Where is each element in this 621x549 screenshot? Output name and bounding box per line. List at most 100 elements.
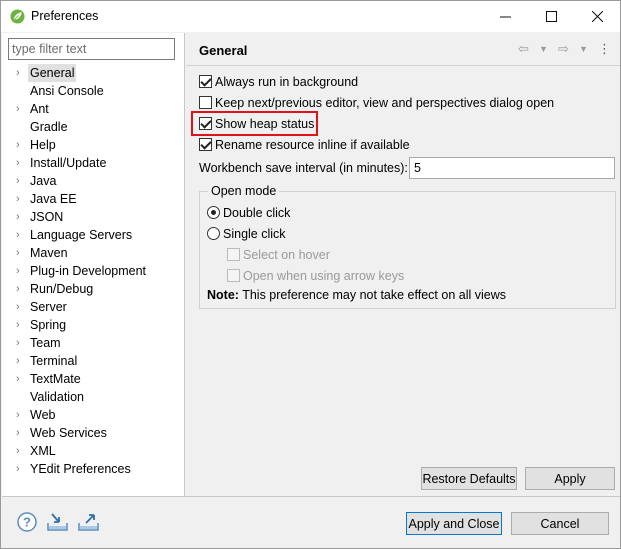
tree-item-plugin-development[interactable]: › Plug-in Development bbox=[2, 262, 185, 280]
tree-item-label: Ansi Console bbox=[30, 84, 104, 98]
option-label: Open when using arrow keys bbox=[243, 269, 405, 283]
tree-item-server[interactable]: › Server bbox=[2, 298, 185, 316]
tree-item-label: XML bbox=[30, 444, 56, 458]
open-arrow-keys-checkbox bbox=[227, 269, 240, 282]
forward-arrow-icon[interactable]: ⇨ bbox=[558, 41, 569, 57]
chevron-right-icon[interactable]: › bbox=[16, 244, 26, 262]
open-mode-legend: Open mode bbox=[208, 184, 280, 198]
apply-button[interactable]: Apply bbox=[525, 467, 615, 490]
open-mode-group: Open mode Double click Single click Sele… bbox=[199, 184, 616, 309]
tree-item-java[interactable]: › Java bbox=[2, 172, 185, 190]
tree-item-validation[interactable]: Validation bbox=[2, 388, 185, 406]
chevron-right-icon[interactable]: › bbox=[16, 154, 26, 172]
radio-label: Single click bbox=[223, 227, 286, 241]
export-icon[interactable] bbox=[77, 511, 101, 533]
tree-item-spring[interactable]: › Spring bbox=[2, 316, 185, 334]
chevron-right-icon[interactable]: › bbox=[16, 370, 26, 388]
tree-item-label: Help bbox=[30, 138, 56, 152]
chevron-right-icon[interactable]: › bbox=[16, 316, 26, 334]
chevron-right-icon[interactable]: › bbox=[16, 442, 26, 460]
back-arrow-icon[interactable]: ⇦ bbox=[518, 41, 529, 57]
tree-item-help[interactable]: › Help bbox=[2, 136, 185, 154]
chevron-right-icon[interactable]: › bbox=[16, 64, 26, 82]
tree-item-label: Team bbox=[30, 336, 61, 350]
tree-item-language-servers[interactable]: › Language Servers bbox=[2, 226, 185, 244]
chevron-right-icon[interactable]: › bbox=[16, 424, 26, 442]
chevron-right-icon[interactable]: › bbox=[16, 172, 26, 190]
tree-item-team[interactable]: › Team bbox=[2, 334, 185, 352]
tree-item-label: Terminal bbox=[30, 354, 78, 368]
rename-inline-checkbox[interactable] bbox=[199, 138, 212, 151]
tree-item-label: Language Servers bbox=[30, 228, 133, 242]
maximize-button[interactable] bbox=[528, 1, 574, 32]
tree-item-label: Run/Debug bbox=[30, 282, 94, 296]
back-dropdown-icon[interactable]: ▼ bbox=[539, 44, 548, 54]
chevron-right-icon[interactable]: › bbox=[16, 226, 26, 244]
option-label: Rename resource inline if available bbox=[215, 138, 410, 152]
option-label: Show heap status bbox=[215, 117, 315, 131]
filter-input[interactable] bbox=[8, 38, 175, 60]
single-click-radio[interactable] bbox=[207, 227, 220, 240]
chevron-right-icon[interactable]: › bbox=[16, 136, 26, 154]
tree-item-label: Maven bbox=[30, 246, 68, 260]
always-run-background-checkbox[interactable] bbox=[199, 75, 212, 88]
chevron-right-icon[interactable]: › bbox=[16, 352, 26, 370]
window-title: Preferences bbox=[31, 9, 99, 23]
chevron-right-icon[interactable]: › bbox=[16, 208, 26, 226]
option-label: Always run in background bbox=[215, 75, 359, 89]
chevron-right-icon[interactable]: › bbox=[16, 100, 26, 118]
tree-item-label: Web bbox=[30, 408, 56, 422]
tree-item-textmate[interactable]: › TextMate bbox=[2, 370, 185, 388]
chevron-right-icon[interactable]: › bbox=[16, 406, 26, 424]
save-interval-label: Workbench save interval (in minutes): bbox=[199, 161, 408, 175]
app-leaf-icon bbox=[10, 9, 25, 24]
tree-item-web[interactable]: › Web bbox=[2, 406, 185, 424]
import-icon[interactable] bbox=[46, 511, 70, 533]
option-label: Keep next/previous editor, view and pers… bbox=[215, 96, 555, 110]
tree-item-label: TextMate bbox=[30, 372, 81, 386]
tree-item-label: Install/Update bbox=[30, 156, 107, 170]
chevron-right-icon[interactable]: › bbox=[16, 280, 26, 298]
preference-tree: › General Ansi Console › Ant Gradle › He… bbox=[2, 64, 185, 478]
tree-item-java-ee[interactable]: › Java EE bbox=[2, 190, 185, 208]
chevron-right-icon[interactable]: › bbox=[16, 262, 26, 280]
tree-item-label: Ant bbox=[30, 102, 49, 116]
tree-item-install-update[interactable]: › Install/Update bbox=[2, 154, 185, 172]
apply-and-close-button[interactable]: Apply and Close bbox=[406, 512, 502, 535]
tree-item-gradle[interactable]: Gradle bbox=[2, 118, 185, 136]
help-icon[interactable]: ? bbox=[16, 511, 40, 533]
more-options-icon[interactable]: ⋮ bbox=[598, 41, 611, 57]
tree-item-yedit-preferences[interactable]: › YEdit Preferences bbox=[2, 460, 185, 478]
chevron-right-icon[interactable]: › bbox=[16, 460, 26, 478]
chevron-right-icon[interactable]: › bbox=[16, 190, 26, 208]
minimize-icon bbox=[499, 16, 511, 18]
keep-dialog-open-checkbox[interactable] bbox=[199, 96, 212, 109]
save-interval-input[interactable] bbox=[409, 157, 615, 179]
forward-dropdown-icon[interactable]: ▼ bbox=[579, 44, 588, 54]
tree-item-label: General bbox=[28, 64, 77, 82]
close-button[interactable] bbox=[574, 1, 620, 32]
restore-defaults-button[interactable]: Restore Defaults bbox=[421, 467, 517, 490]
show-heap-status-checkbox[interactable] bbox=[199, 117, 212, 130]
minimize-button[interactable] bbox=[482, 1, 528, 32]
footer-divider bbox=[2, 496, 620, 497]
tree-item-xml[interactable]: › XML bbox=[2, 442, 185, 460]
preference-tree-panel: › General Ansi Console › Ant Gradle › He… bbox=[2, 33, 185, 496]
chevron-right-icon[interactable]: › bbox=[16, 298, 26, 316]
maximize-icon bbox=[545, 11, 557, 22]
chevron-right-icon[interactable]: › bbox=[16, 334, 26, 352]
tree-item-json[interactable]: › JSON bbox=[2, 208, 185, 226]
radio-label: Double click bbox=[223, 206, 291, 220]
tree-item-ant[interactable]: › Ant bbox=[2, 100, 185, 118]
tree-item-maven[interactable]: › Maven bbox=[2, 244, 185, 262]
tree-item-label: Java bbox=[30, 174, 57, 188]
tree-item-label: Gradle bbox=[30, 120, 68, 134]
tree-item-general[interactable]: › General bbox=[2, 64, 185, 82]
tree-item-terminal[interactable]: › Terminal bbox=[2, 352, 185, 370]
cancel-button[interactable]: Cancel bbox=[511, 512, 609, 535]
tree-item-ansi-console[interactable]: Ansi Console bbox=[2, 82, 185, 100]
tree-item-label: Spring bbox=[30, 318, 67, 332]
tree-item-web-services[interactable]: › Web Services bbox=[2, 424, 185, 442]
double-click-radio[interactable] bbox=[207, 206, 220, 219]
tree-item-run-debug[interactable]: › Run/Debug bbox=[2, 280, 185, 298]
